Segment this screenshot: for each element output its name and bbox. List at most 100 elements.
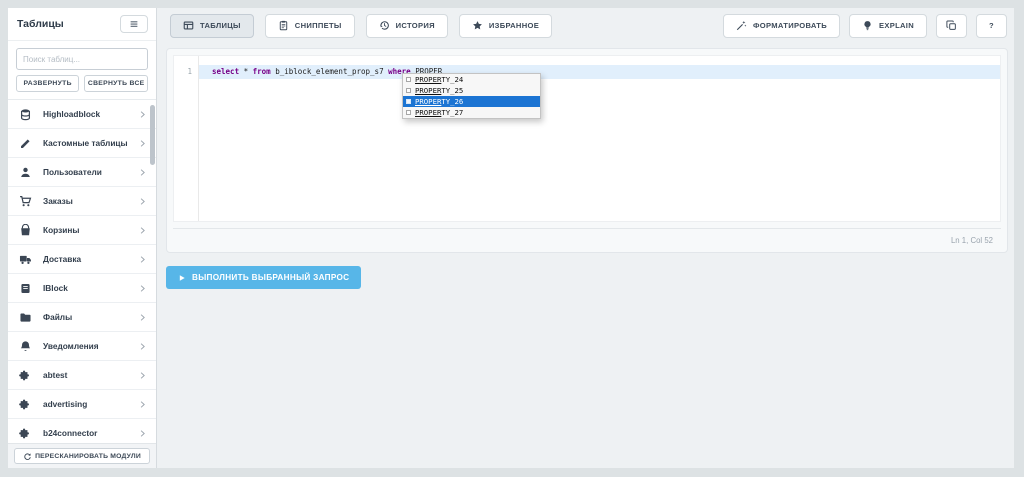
folder-icon [19,311,32,324]
sql-text-token: b_iblock_element_prop_s7 [271,67,388,76]
toolbar-actions: ФОРМАТИРОВАТЬ EXPLAIN ? [723,14,1007,38]
help-button[interactable]: ? [976,14,1007,38]
hint-rest: TY_27 [441,108,463,117]
sidebar-item-abtest[interactable]: abtest [8,361,156,390]
action-label: ? [989,21,994,30]
sidebar-item-кастомные-таблицы[interactable]: Кастомные таблицы [8,129,156,158]
truck-icon [19,253,32,266]
sidebar-item-label: IBlock [43,283,68,293]
rescan-modules-button[interactable]: ПЕРЕСКАНИРОВАТЬ МОДУЛИ [14,448,150,464]
sidebar-item-label: Кастомные таблицы [43,138,128,148]
copy-button[interactable] [936,14,967,38]
run-row: ВЫПОЛНИТЬ ВЫБРАННЫЙ ЗАПРОС [166,266,1014,289]
checkbox-icon [406,110,411,115]
sidebar-scrollbar-thumb[interactable] [150,105,155,165]
menu-icon [128,18,140,30]
editor-panel: 1 select * from b_iblock_element_prop_s7… [166,48,1008,253]
sidebar-item-label: Уведомления [43,341,99,351]
autocomplete-item-property-26[interactable]: PROPERTY_26 [403,96,540,107]
sidebar-item-файлы[interactable]: Файлы [8,303,156,332]
checkbox-icon [406,77,411,82]
autocomplete-item-property-25[interactable]: PROPERTY_25 [403,85,540,96]
autocomplete-item-property-27[interactable]: PROPERTY_27 [403,107,540,118]
sidebar-item-b24connector[interactable]: b24connector [8,419,156,443]
hint-match: PROPER [415,108,441,117]
editor-gutter: 1 [174,56,199,221]
sidebar-table-list: Highloadblock Кастомные таблицы Пользова… [8,99,156,443]
sidebar-item-label: b24connector [43,428,97,438]
hint-match: PROPER [415,86,441,95]
database-icon [19,108,32,121]
line-number: 1 [174,65,198,79]
collapse-all-button[interactable]: СВЕРНУТЬ ВСЕ [84,75,148,92]
sidebar-item-заказы[interactable]: Заказы [8,187,156,216]
play-icon [178,274,186,282]
hint-rest: TY_26 [441,97,463,106]
puzzle-icon [19,398,32,411]
table-icon [183,20,194,31]
sidebar-item-label: abtest [43,370,67,380]
checkbox-icon [406,99,411,104]
sidebar-header: Таблицы [8,8,156,41]
cart-icon [19,195,32,208]
hint-rest: TY_24 [441,75,463,84]
cursor-position: Ln 1, Col 52 [951,236,993,245]
autocomplete-item-property-24[interactable]: PROPERTY_24 [403,74,540,85]
sql-text-token: * [239,67,253,76]
star-icon [472,20,483,31]
checkbox-icon [406,88,411,93]
chevron-right-icon [138,110,147,119]
tab-избранное[interactable]: ИЗБРАННОЕ [459,14,552,38]
sidebar-menu-button[interactable] [120,15,148,33]
sidebar-item-уведомления[interactable]: Уведомления [8,332,156,361]
expand-button[interactable]: РАЗВЕРНУТЬ [16,75,79,92]
editor-statusbar: Ln 1, Col 52 [173,228,1001,252]
bulb-icon [862,20,873,31]
sidebar-item-доставка[interactable]: Доставка [8,245,156,274]
sidebar-item-корзины[interactable]: Корзины [8,216,156,245]
chevron-right-icon [138,139,147,148]
sidebar-item-label: Highloadblock [43,109,100,119]
top-toolbar: ТАБЛИЦЫ СНИППЕТЫ ИСТОРИЯ ИЗБРАННОЕ ФОРМА… [157,8,1014,38]
chevron-right-icon [138,197,147,206]
rescan-modules-label: ПЕРЕСКАНИРОВАТЬ МОДУЛИ [35,453,141,460]
box-icon [19,282,32,295]
sidebar-item-label: Файлы [43,312,72,322]
format-button[interactable]: ФОРМАТИРОВАТЬ [723,14,840,38]
tab-label: ИСТОРИЯ [396,21,435,30]
tab-сниппеты[interactable]: СНИППЕТЫ [265,14,355,38]
chevron-right-icon [138,284,147,293]
sidebar-item-пользователи[interactable]: Пользователи [8,158,156,187]
code-line[interactable]: select * from b_iblock_element_prop_s7 w… [199,65,1000,79]
editor-code-area[interactable]: select * from b_iblock_element_prop_s7 w… [199,56,1000,221]
tab-история[interactable]: ИСТОРИЯ [366,14,448,38]
puzzle-icon [19,369,32,382]
run-selected-query-button[interactable]: ВЫПОЛНИТЬ ВЫБРАННЫЙ ЗАПРОС [166,266,361,289]
hint-rest: TY_25 [441,86,463,95]
search-input[interactable] [16,48,148,70]
sidebar-item-label: advertising [43,399,87,409]
chevron-right-icon [138,313,147,322]
sidebar-title: Таблицы [17,18,64,30]
sidebar-item-highloadblock[interactable]: Highloadblock [8,100,156,129]
sidebar-item-advertising[interactable]: advertising [8,390,156,419]
wand-icon [736,20,747,31]
sql-editor[interactable]: 1 select * from b_iblock_element_prop_s7… [173,55,1001,222]
chevron-right-icon [138,226,147,235]
sql-keyword-token: select [212,67,239,76]
bell-icon [19,340,32,353]
sidebar-item-label: Корзины [43,225,79,235]
sidebar-item-iblock[interactable]: IBlock [8,274,156,303]
puzzle-icon [19,427,32,440]
tab-таблицы[interactable]: ТАБЛИЦЫ [170,14,254,38]
main-area: ТАБЛИЦЫ СНИППЕТЫ ИСТОРИЯ ИЗБРАННОЕ ФОРМА… [157,8,1014,468]
pencil-icon [19,137,32,150]
explain-button[interactable]: EXPLAIN [849,14,927,38]
sidebar-expand-controls: РАЗВЕРНУТЬ СВЕРНУТЬ ВСЕ [8,70,156,99]
chevron-right-icon [138,255,147,264]
action-label: EXPLAIN [879,21,914,30]
view-tabs: ТАБЛИЦЫ СНИППЕТЫ ИСТОРИЯ ИЗБРАННОЕ [170,14,552,38]
tab-label: ИЗБРАННОЕ [489,21,539,30]
chevron-right-icon [138,168,147,177]
history-icon [379,20,390,31]
